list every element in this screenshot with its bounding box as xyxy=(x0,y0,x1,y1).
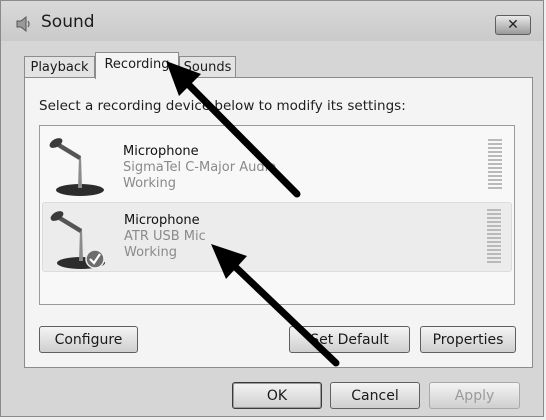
device-name: Microphone xyxy=(124,213,200,228)
close-button[interactable]: ✕ xyxy=(495,15,531,35)
ok-button[interactable]: OK xyxy=(232,382,322,409)
instructions-text: Select a recording device below to modif… xyxy=(39,98,406,114)
device-status: Working xyxy=(124,245,178,260)
configure-button[interactable]: Configure xyxy=(39,326,138,353)
tab-recording[interactable]: Recording xyxy=(95,52,179,79)
tab-playback[interactable]: Playback xyxy=(24,56,95,78)
set-default-button[interactable]: Set Default xyxy=(289,326,410,353)
device-item-atr-usb[interactable]: Microphone ATR USB Mic Working xyxy=(42,202,512,272)
microphone-icon xyxy=(49,138,104,196)
level-meter xyxy=(488,139,502,191)
device-description: ATR USB Mic xyxy=(124,229,206,244)
window-title: Sound xyxy=(41,12,95,32)
sound-dialog: Sound ✕ Playback Recording Sounds Select… xyxy=(0,0,544,417)
device-list[interactable]: Microphone SigmaTel C-Major Audio Workin… xyxy=(39,125,515,305)
title-bar: Sound ✕ xyxy=(1,1,543,41)
level-meter xyxy=(487,209,501,265)
microphone-default-icon xyxy=(50,211,105,269)
apply-button[interactable]: Apply xyxy=(429,382,520,409)
properties-button[interactable]: Properties xyxy=(420,326,516,353)
device-item-sigmatel[interactable]: Microphone SigmaTel C-Major Audio Workin… xyxy=(42,130,512,200)
close-icon: ✕ xyxy=(507,17,519,33)
device-status: Working xyxy=(123,176,177,191)
speaker-icon xyxy=(16,15,30,33)
device-name: Microphone xyxy=(123,144,199,159)
device-description: SigmaTel C-Major Audio xyxy=(123,160,277,175)
tab-sounds[interactable]: Sounds xyxy=(179,56,236,78)
cancel-button[interactable]: Cancel xyxy=(330,382,420,409)
